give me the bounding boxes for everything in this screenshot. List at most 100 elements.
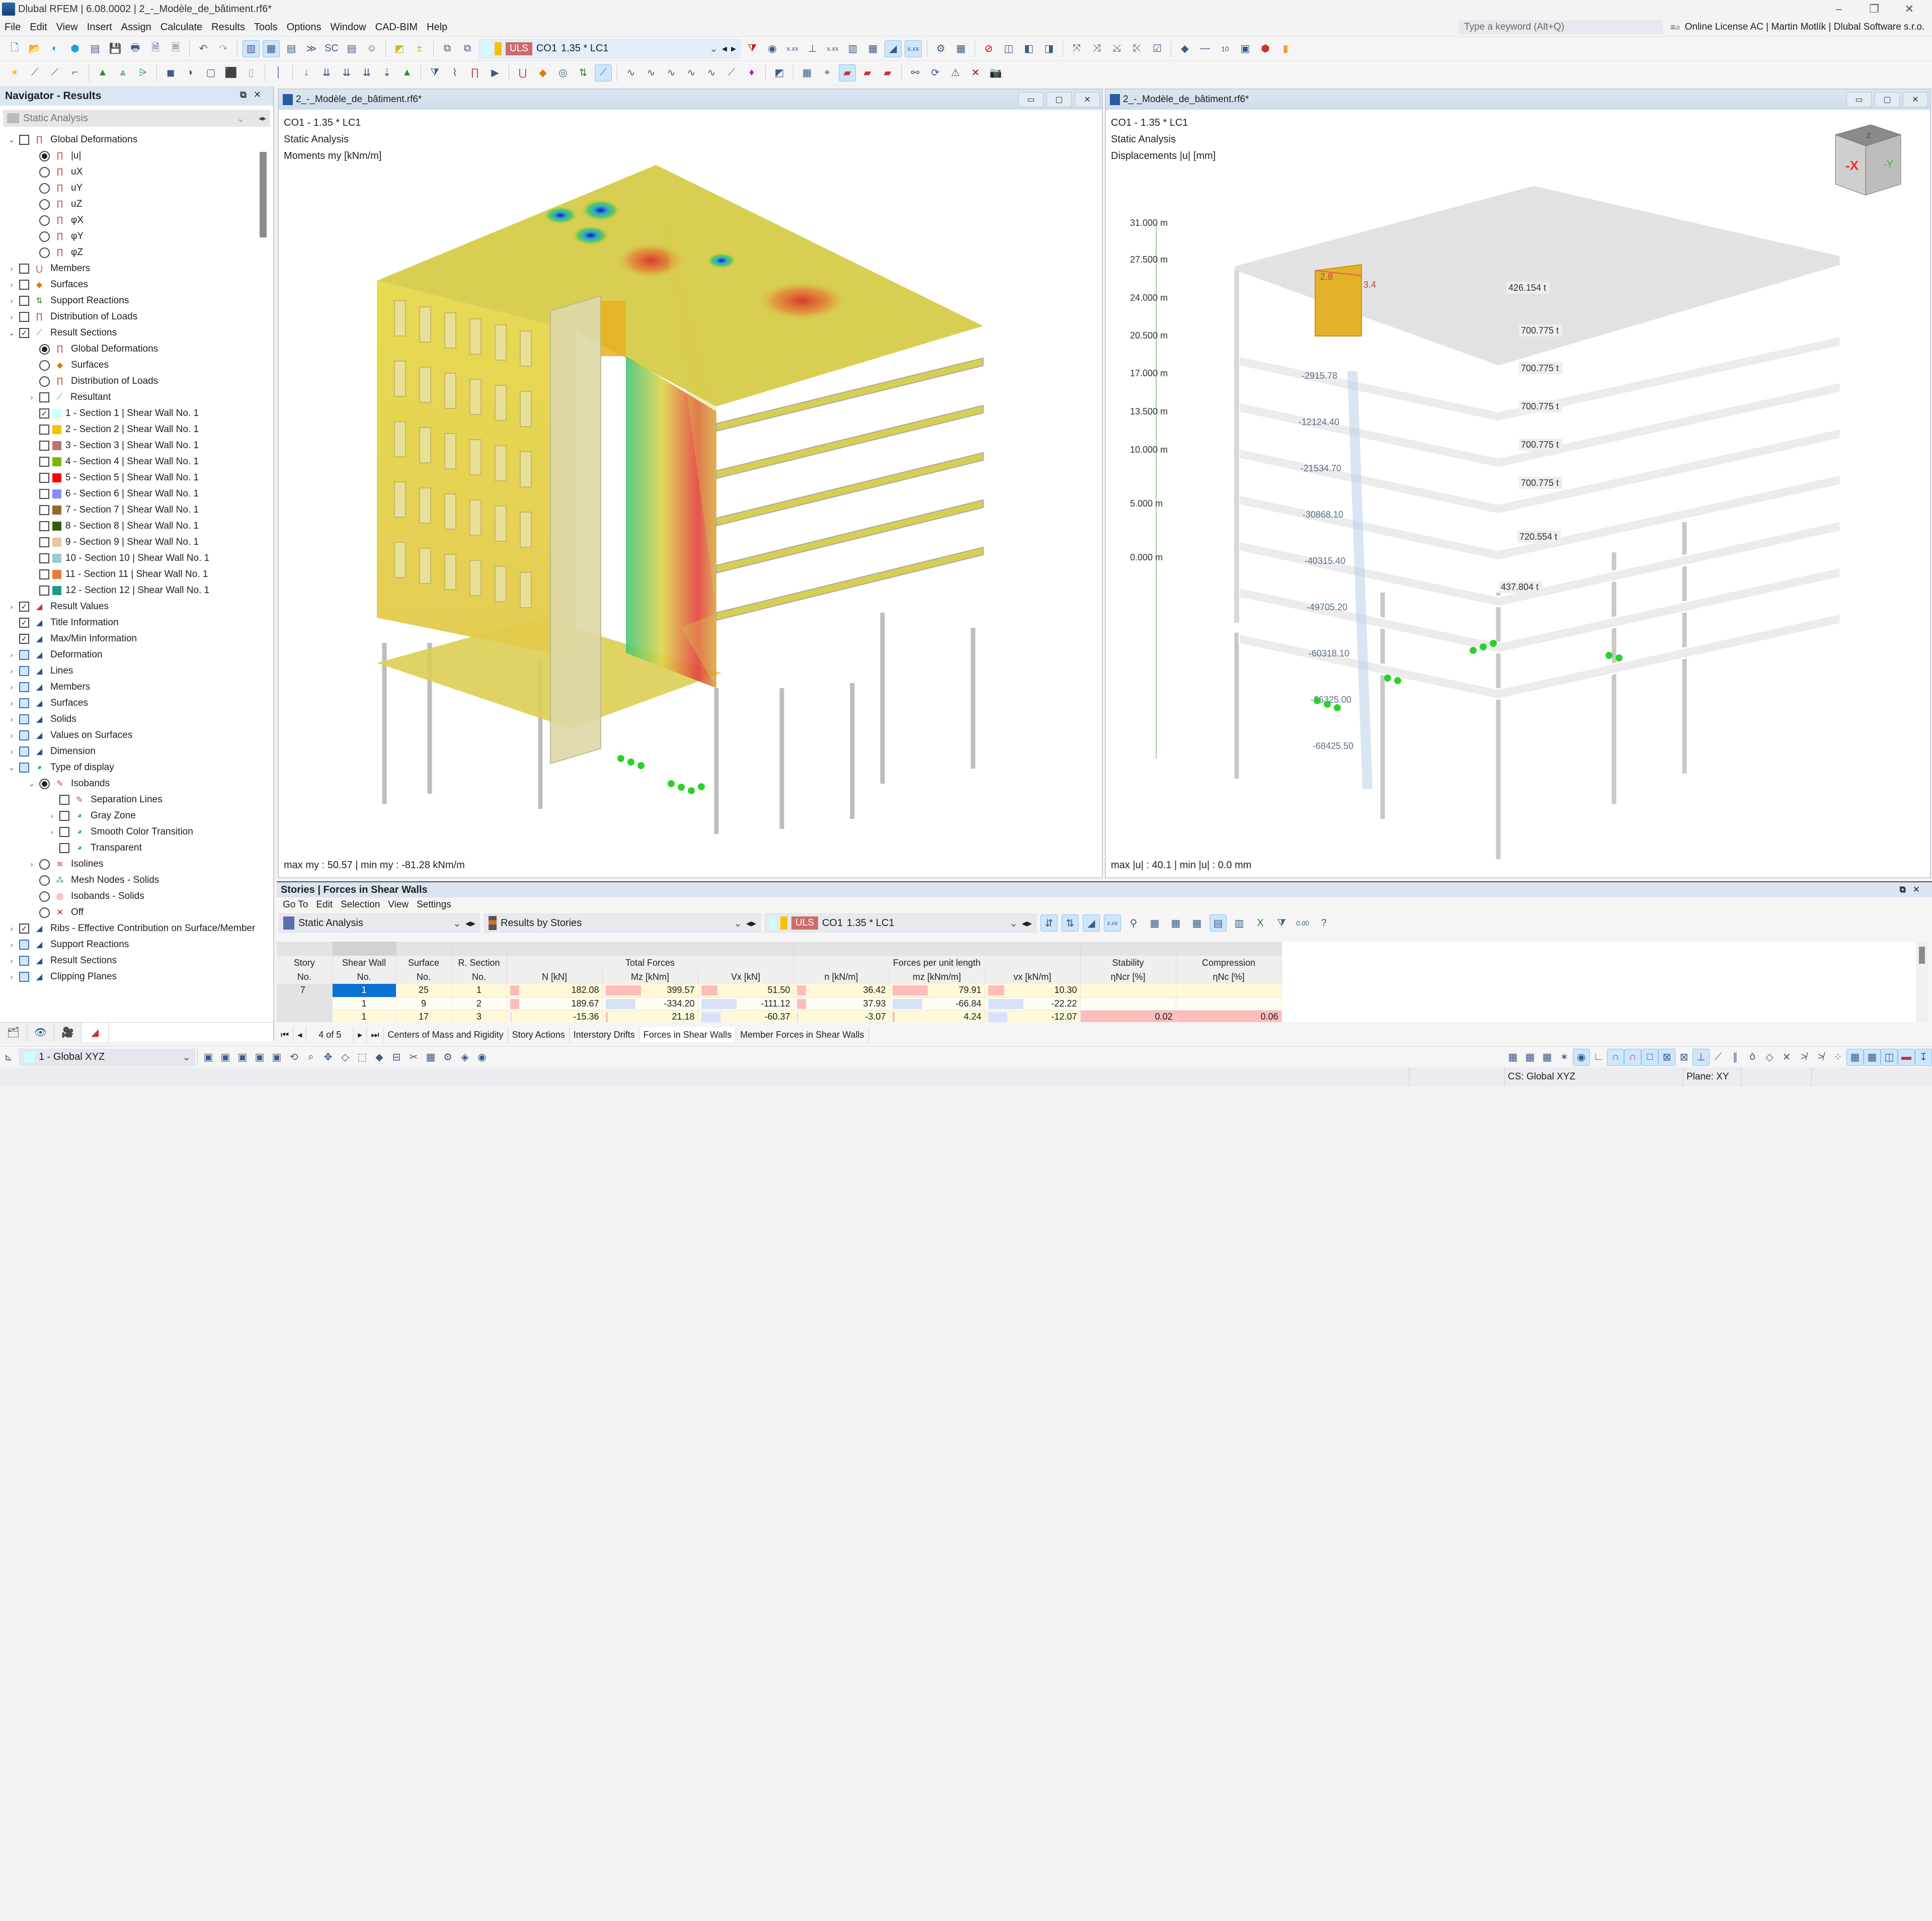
new-curved-surface-icon[interactable]: ◗ <box>182 64 199 81</box>
table-load-combination-select[interactable]: ULS CO1 1.35 * LC1 ⌄ ◂▸ <box>765 913 1036 933</box>
navigator-scrollbar[interactable] <box>260 152 267 237</box>
snap-intersect-icon[interactable]: ✕ <box>1778 1049 1795 1066</box>
col-header-eta-nc[interactable]: ηNc [%] <box>1176 970 1282 984</box>
col-header-vx-per-length[interactable]: vx [kN/m] <box>985 970 1081 984</box>
new-opening-icon[interactable]: ▢ <box>202 64 219 81</box>
expand-toggle-icon[interactable]: › <box>7 957 16 965</box>
tree-item[interactable]: 7 - Section 7 | Shear Wall No. 1 <box>27 502 199 518</box>
camera-tab[interactable]: 🎥 <box>54 1023 82 1042</box>
cell-mz[interactable]: 399.57 <box>602 984 698 997</box>
snap-angle-icon[interactable]: ≯ <box>1795 1049 1812 1066</box>
tree-item[interactable]: ∏ φX <box>27 212 84 228</box>
menu-results[interactable]: Results <box>207 22 250 33</box>
expand-toggle-icon[interactable]: ⌄ <box>7 328 16 338</box>
line-results-icon[interactable]: ∿ <box>622 64 639 81</box>
checkbox[interactable] <box>39 537 49 547</box>
color-bars-icon[interactable]: ▤ <box>1210 914 1227 932</box>
checkbox[interactable]: ✓ <box>19 924 29 934</box>
menu-file[interactable]: File <box>0 22 25 33</box>
cell-surface[interactable]: 17 <box>396 1010 452 1022</box>
filter-off-icon[interactable]: ⧩ <box>744 40 761 57</box>
menu-assign[interactable]: Assign <box>117 22 156 33</box>
expand-toggle-icon[interactable]: › <box>7 603 16 611</box>
new-polyline-icon[interactable]: ⌐ <box>66 64 84 81</box>
deformation-display-icon[interactable]: ∏ <box>466 64 484 81</box>
viewport-displacements[interactable]: 2_-_Modèle_de_bâtiment.rf6* ▭ ▢ ✕ CO1 - … <box>1105 89 1931 878</box>
view-front-icon[interactable]: ▣ <box>217 1049 234 1066</box>
chevron-down-icon[interactable]: ⌄ <box>709 42 718 55</box>
table-row[interactable]: 1 9 2 189.67 -334.20 -111.12 37.93 -66.84 -22.22 <box>277 997 1282 1011</box>
plane-xy-icon[interactable]: ▰ <box>839 64 856 81</box>
expand-toggle-icon[interactable]: › <box>27 393 36 402</box>
radio-button[interactable] <box>39 183 50 194</box>
tree-item[interactable]: ⌄ ∏ Global Deformations <box>7 132 137 148</box>
menu-edit[interactable]: Edit <box>25 22 51 33</box>
support-reactions-icon[interactable]: ⇅ <box>575 64 592 81</box>
table-view2-icon[interactable]: ▦ <box>1167 914 1184 932</box>
results-tab[interactable]: ◢ <box>82 1023 109 1042</box>
new-view-icon[interactable]: ▣ <box>200 1049 217 1066</box>
checkbox[interactable] <box>59 827 69 837</box>
snap-star-icon[interactable]: ✶ <box>1556 1049 1573 1066</box>
menu-options[interactable]: Options <box>282 22 326 33</box>
checkbox[interactable] <box>19 730 29 740</box>
radio-button[interactable] <box>39 231 50 242</box>
checkbox[interactable] <box>19 972 29 982</box>
table-scrollbar[interactable] <box>1916 942 1928 1022</box>
prev-page-button[interactable]: ◂ <box>293 1027 307 1042</box>
select-in-model-icon[interactable]: ⇵ <box>1040 914 1058 932</box>
radio-button[interactable] <box>39 215 50 226</box>
new-result-section-icon[interactable]: ⟋ <box>723 64 740 81</box>
view-extra2-icon[interactable]: ◉ <box>473 1049 491 1066</box>
table-panel-controls[interactable]: ⧉✕ <box>1900 885 1927 895</box>
view-pan-icon[interactable]: ✥ <box>319 1049 337 1066</box>
radio-button[interactable] <box>39 166 50 178</box>
menu-view[interactable]: View <box>52 22 83 33</box>
table-row[interactable]: 1 17 3 -15.36 21.18 -60.37 -3.07 4.24 -12.07 0.02… <box>277 1010 1282 1022</box>
col-header-story[interactable]: Story <box>277 956 333 970</box>
member-results-icon[interactable]: ⋃ <box>514 64 531 81</box>
snap-new-icon[interactable]: ▦ <box>1521 1049 1539 1066</box>
rotate-icon[interactable]: ⟳ <box>927 64 944 81</box>
result-sections-icon[interactable]: ⟋ <box>595 64 612 81</box>
table-view3-icon[interactable]: ▦ <box>1188 914 1205 932</box>
calculator-icon[interactable]: ± <box>411 40 428 57</box>
navigator-toggle-icon[interactable]: ▥ <box>243 40 260 57</box>
keyword-search-input[interactable]: Type a keyword (Alt+Q) <box>1459 20 1663 34</box>
tree-item[interactable]: ∏ φY <box>27 228 84 244</box>
expand-toggle-icon[interactable]: › <box>7 699 16 708</box>
snap-icon[interactable]: ⌖ <box>819 64 836 81</box>
tree-item[interactable]: 12 - Section 12 | Shear Wall No. 1 <box>27 582 209 599</box>
cell-section[interactable]: 1 <box>451 984 507 997</box>
checkbox[interactable] <box>19 312 29 322</box>
cell-surface[interactable]: 9 <box>396 997 452 1011</box>
minimize-button[interactable]: – <box>1821 0 1857 18</box>
cell-n[interactable]: 189.67 <box>507 997 603 1011</box>
load-icon[interactable]: ↧ <box>1915 1048 1932 1066</box>
data-tab[interactable]: 🗂 <box>0 1023 27 1042</box>
table-analysis-select[interactable]: Static Analysis ⌄ ◂▸ <box>279 913 480 933</box>
nodal-load-icon[interactable]: ↓ <box>298 64 315 81</box>
tree-item[interactable]: 10 - Section 10 | Shear Wall No. 1 <box>27 550 209 566</box>
show-results-in-model-icon[interactable]: ◢ <box>1083 914 1100 932</box>
checkbox[interactable] <box>39 505 49 515</box>
col-header-shear-wall[interactable]: Shear Wall <box>332 956 396 970</box>
radio-button[interactable] <box>39 344 50 355</box>
imposed-deformation-icon[interactable]: ▲ <box>398 64 416 81</box>
coordinate-system-select[interactable]: 1 - Global XYZ ⌄ <box>19 1048 195 1066</box>
axis-y-icon[interactable]: ⤨ <box>1088 40 1105 57</box>
line-support-icon[interactable]: ⩓ <box>114 64 131 81</box>
grid-lines-icon[interactable]: ▦ <box>1864 1048 1881 1066</box>
menu-cad-bim[interactable]: CAD-BIM <box>371 22 422 33</box>
table-menu-go-to[interactable]: Go To <box>279 899 312 910</box>
analysis-type-select[interactable]: Static Analysis ⌄ ◂▸ <box>3 110 270 127</box>
open-folder-icon[interactable]: 📂 <box>26 40 43 57</box>
viewport-minimize-button[interactable]: ▭ <box>1018 92 1043 107</box>
show-results-icon[interactable]: ◉ <box>764 40 781 57</box>
col-header-eta-ncr[interactable]: ηNcr [%] <box>1080 970 1176 984</box>
snap-angle2-icon[interactable]: ≯ <box>1812 1049 1829 1066</box>
checkbox[interactable]: ✓ <box>39 408 49 419</box>
radio-button[interactable] <box>39 875 50 886</box>
checkbox[interactable] <box>19 714 29 724</box>
view-top-icon[interactable]: ▣ <box>251 1049 268 1066</box>
